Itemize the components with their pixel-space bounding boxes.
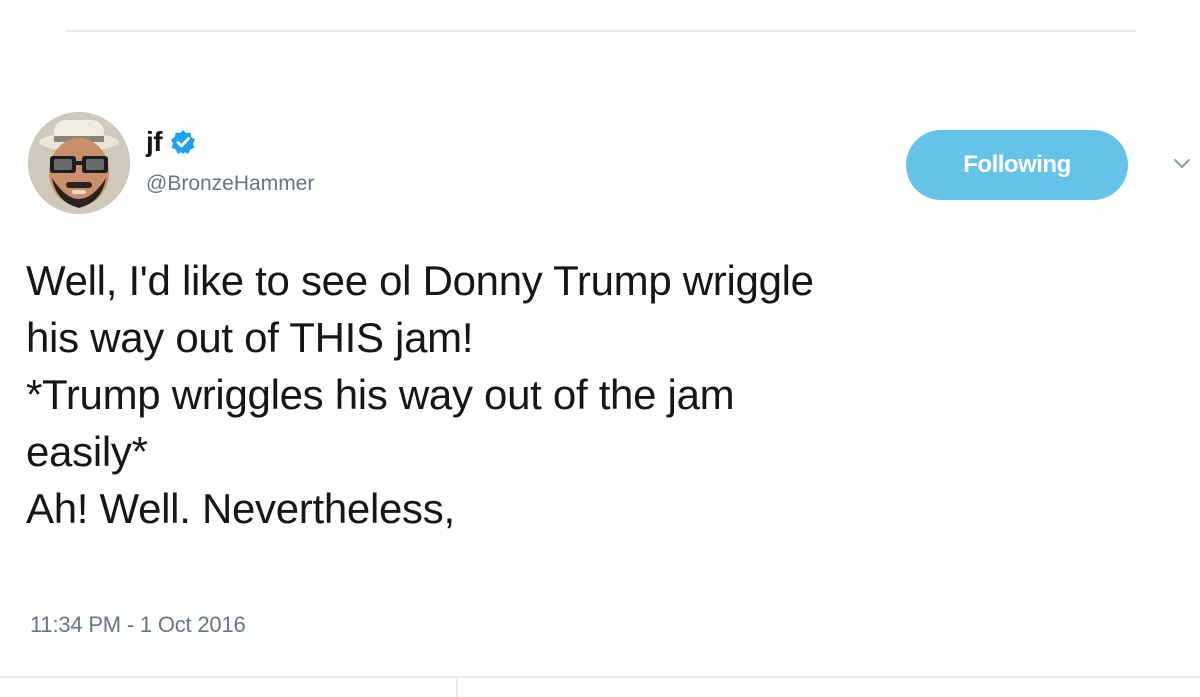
tweet-text-line: easily* [26,428,148,475]
tweet-text: Well, I'd like to see ol Donny Trump wri… [26,252,1176,537]
tweet-text-line: his way out of THIS jam! [26,314,474,361]
name-row: jf [146,120,314,164]
avatar-illustration [28,112,130,214]
tweet-header: jf @BronzeHammer Following [28,112,1190,222]
verified-badge-icon [170,129,196,155]
tweet-text-line: Ah! Well. Nevertheless, [26,485,455,532]
chevron-down-icon[interactable] [1170,152,1194,176]
avatar[interactable] [28,112,130,214]
tweet-text-line: Well, I'd like to see ol Donny Trump wri… [26,257,814,304]
author-display-name[interactable]: jf [146,126,163,158]
stats-divider [456,677,458,697]
bottom-divider [0,676,1200,678]
top-divider [66,30,1136,32]
following-button[interactable]: Following [906,130,1128,200]
author-info: jf @BronzeHammer [146,120,314,196]
author-handle[interactable]: @BronzeHammer [146,172,314,196]
tweet-text-line: *Trump wriggles his way out of the jam [26,371,735,418]
tweet-timestamp[interactable]: 11:34 PM - 1 Oct 2016 [30,612,246,638]
